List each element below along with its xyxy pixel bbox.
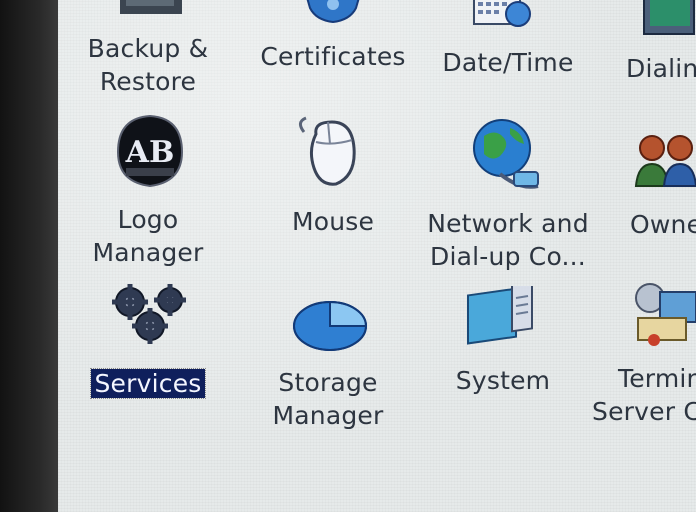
label-logo-manager[interactable]: Logo Manager (68, 203, 228, 269)
label-line: Storage (278, 368, 378, 397)
owner-icon[interactable] (634, 128, 696, 192)
network-icon[interactable] (470, 116, 550, 196)
dialing-icon[interactable] (642, 0, 696, 40)
control-panel-window: Backup & Restore Certificates Date/Time … (58, 0, 696, 512)
services-icon[interactable] (110, 282, 192, 344)
label-line: Mouse (291, 207, 375, 236)
datetime-icon[interactable] (468, 0, 538, 32)
certificates-icon[interactable] (298, 0, 368, 26)
selected-label[interactable]: Services (90, 368, 206, 399)
mouse-icon[interactable] (292, 114, 372, 194)
label-line: Restore (99, 67, 197, 96)
terminal-server-icon[interactable] (632, 278, 696, 348)
label-backup-restore[interactable]: Backup & Restore (68, 32, 228, 98)
logo-text: AB (125, 135, 175, 170)
label-line: Dial-up Co... (430, 242, 586, 271)
label-dialing[interactable]: Dialing (626, 52, 696, 85)
label-line: Dialing (626, 54, 696, 83)
logo-manager-icon[interactable]: AB (110, 112, 190, 192)
label-system[interactable]: System (418, 364, 588, 397)
label-line: System (455, 366, 551, 395)
label-owner[interactable]: Owne (630, 208, 696, 241)
label-line: Logo (117, 205, 179, 234)
label-line: Backup & (87, 34, 209, 63)
label-line: Certificates (260, 42, 406, 71)
label-mouse[interactable]: Mouse (248, 205, 418, 238)
label-line: Owne (630, 210, 696, 239)
label-line: Server Cl (592, 397, 696, 426)
label-terminal-server[interactable]: Termin Server Cl (592, 362, 696, 428)
label-line: Termin (618, 364, 696, 393)
label-date-time[interactable]: Date/Time (423, 46, 593, 79)
label-line: Manager (272, 401, 384, 430)
label-line: Network and (427, 209, 589, 238)
label-line: Date/Time (442, 48, 574, 77)
system-icon[interactable] (464, 279, 538, 348)
label-certificates[interactable]: Certificates (248, 40, 418, 73)
label-storage-manager[interactable]: Storage Manager (248, 366, 408, 432)
label-line: Manager (92, 238, 204, 267)
monitor-bezel (0, 0, 58, 512)
storage-manager-icon[interactable] (290, 286, 370, 356)
label-network-dialup[interactable]: Network and Dial-up Co... (423, 207, 593, 273)
backup-icon[interactable] (116, 0, 186, 18)
label-services[interactable]: Services (68, 367, 228, 400)
